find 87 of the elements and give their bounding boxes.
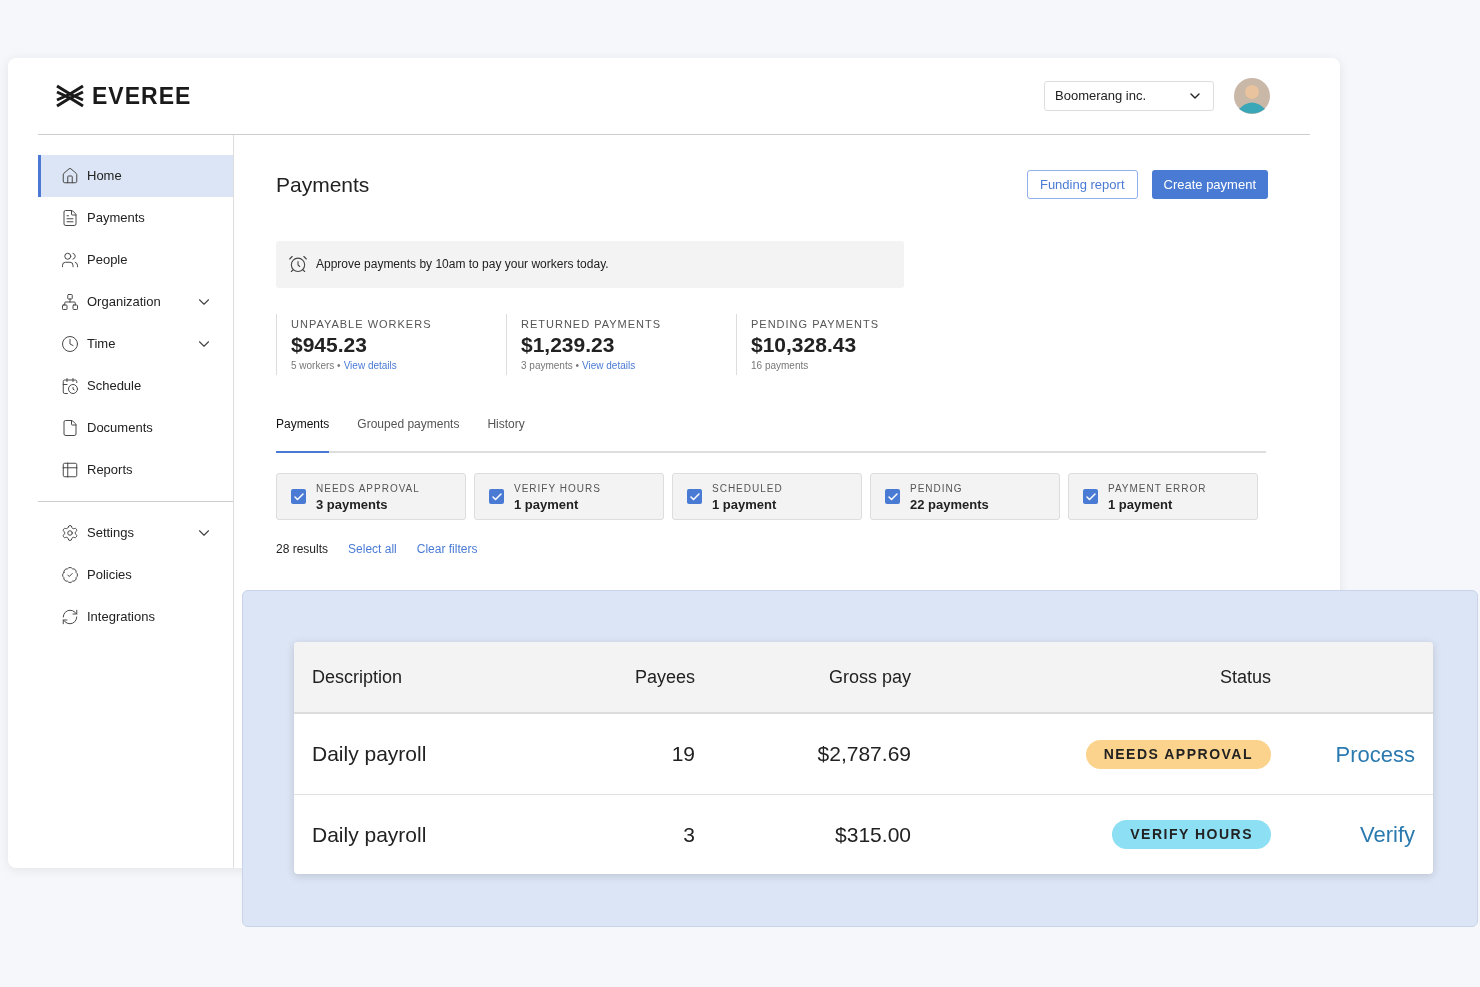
company-dropdown[interactable]: Boomerang inc. xyxy=(1044,81,1214,111)
sidebar-item[interactable]: Settings xyxy=(38,512,233,554)
create-button[interactable]: Create payment xyxy=(1151,170,1268,200)
clock-icon xyxy=(61,335,79,353)
table-cell-text: 19 xyxy=(670,741,695,768)
calendar-icon xyxy=(61,377,79,395)
filter-card[interactable]: VERIFY HOURS 1 payment xyxy=(474,473,664,520)
filter-link[interactable]: Select all xyxy=(348,540,397,558)
table-cell-text: 3 xyxy=(682,821,695,848)
stat-note: 5 workers • xyxy=(291,359,341,373)
sidebar-item[interactable]: Documents xyxy=(38,407,233,449)
brand-name: EVEREE xyxy=(92,81,192,111)
filter-card[interactable]: PAYMENT ERROR 1 payment xyxy=(1068,473,1258,520)
badge-icon xyxy=(61,566,79,584)
tab[interactable]: Payments xyxy=(276,415,330,453)
refresh-icon xyxy=(61,608,79,626)
clock-icon xyxy=(288,254,308,274)
check-icon xyxy=(688,490,701,503)
people-icon xyxy=(61,251,79,269)
tab[interactable]: History xyxy=(487,415,525,453)
filter-label: SCHEDULED xyxy=(712,481,783,496)
avatar[interactable] xyxy=(1234,78,1270,114)
hierarchy-icon xyxy=(61,293,79,311)
filter-label: NEEDS APPROVAL xyxy=(316,481,420,496)
page-title: Payments xyxy=(276,172,370,198)
column-header: Status xyxy=(1218,665,1271,689)
status-badge: NEEDS APPROVAL xyxy=(1085,739,1271,769)
sidebar-item[interactable]: Integrations xyxy=(38,596,233,638)
sidebar-item[interactable]: Organization xyxy=(38,281,233,323)
sidebar-item[interactable]: Policies xyxy=(38,554,233,596)
filter-label: PENDING xyxy=(910,481,964,496)
status-badge: VERIFY HOURS xyxy=(1112,820,1271,849)
stat-value: $1,239.23 xyxy=(521,332,616,358)
table-cell-text: $315.00 xyxy=(834,821,911,848)
filter-card[interactable]: PENDING 22 payments xyxy=(870,473,1060,520)
checkbox[interactable] xyxy=(687,489,702,504)
check-icon xyxy=(886,490,899,503)
filter-card[interactable]: NEEDS APPROVAL 3 payments xyxy=(276,473,466,520)
logo-icon xyxy=(56,84,84,108)
filter-count: 1 payment xyxy=(712,496,778,513)
checkbox[interactable] xyxy=(1083,489,1098,504)
check-icon xyxy=(490,490,503,503)
filter-count: 1 payment xyxy=(1108,496,1174,513)
stat-label: UNPAYABLE WORKERS xyxy=(291,316,433,332)
sidebar-item[interactable]: Payments xyxy=(38,197,233,239)
settings-icon xyxy=(61,524,79,542)
view-details-link[interactable]: View details xyxy=(343,358,397,373)
stat-label: RETURNED PAYMENTS xyxy=(521,316,663,332)
filter-count: 3 payments xyxy=(316,496,389,513)
filter-link[interactable]: Clear filters xyxy=(416,540,478,558)
sidebar-item[interactable]: People xyxy=(38,239,233,281)
row-action-link[interactable]: Verify xyxy=(1359,818,1415,851)
table-cell-text: Daily payroll xyxy=(312,821,428,848)
check-icon xyxy=(292,490,305,503)
table-cell-text: Daily payroll xyxy=(312,741,428,768)
file-icon xyxy=(61,419,79,437)
stat-note: 16 payments xyxy=(751,359,809,373)
stat-value: $10,328.43 xyxy=(751,332,858,358)
filter-card[interactable]: SCHEDULED 1 payment xyxy=(672,473,862,520)
sidebar-item[interactable]: Reports xyxy=(38,449,233,491)
filter-count: 22 payments xyxy=(910,496,989,513)
view-details-link[interactable]: View details xyxy=(582,358,636,373)
table-cell-text: $2,787.69 xyxy=(816,741,911,768)
check-icon xyxy=(1084,490,1097,503)
document-icon xyxy=(61,209,79,227)
checkbox[interactable] xyxy=(885,489,900,504)
table-icon xyxy=(61,461,79,479)
column-header: Payees xyxy=(633,665,695,689)
filter-label: PAYMENT ERROR xyxy=(1108,481,1207,496)
stat-value: $945.23 xyxy=(291,332,368,358)
stat-note: 3 payments • xyxy=(521,359,579,373)
column-header: Description xyxy=(312,665,404,689)
results-count: 28 results xyxy=(276,541,329,558)
sidebar-item[interactable]: Schedule xyxy=(38,365,233,407)
sidebar-item[interactable]: Time xyxy=(38,323,233,365)
checkbox[interactable] xyxy=(291,489,306,504)
home-icon xyxy=(61,167,79,185)
tab[interactable]: Grouped payments xyxy=(357,415,460,453)
filter-count: 1 payment xyxy=(514,496,580,513)
report-button[interactable]: Funding report xyxy=(1026,170,1138,200)
sidebar-item[interactable]: Home xyxy=(38,155,233,197)
checkbox[interactable] xyxy=(489,489,504,504)
stat-label: PENDING PAYMENTS xyxy=(751,316,881,332)
row-action-link[interactable]: Process xyxy=(1335,737,1415,771)
notice-text: Approve payments by 10am to pay your workers today. xyxy=(316,256,609,273)
filter-label: VERIFY HOURS xyxy=(514,481,601,496)
column-header: Gross pay xyxy=(827,665,911,689)
